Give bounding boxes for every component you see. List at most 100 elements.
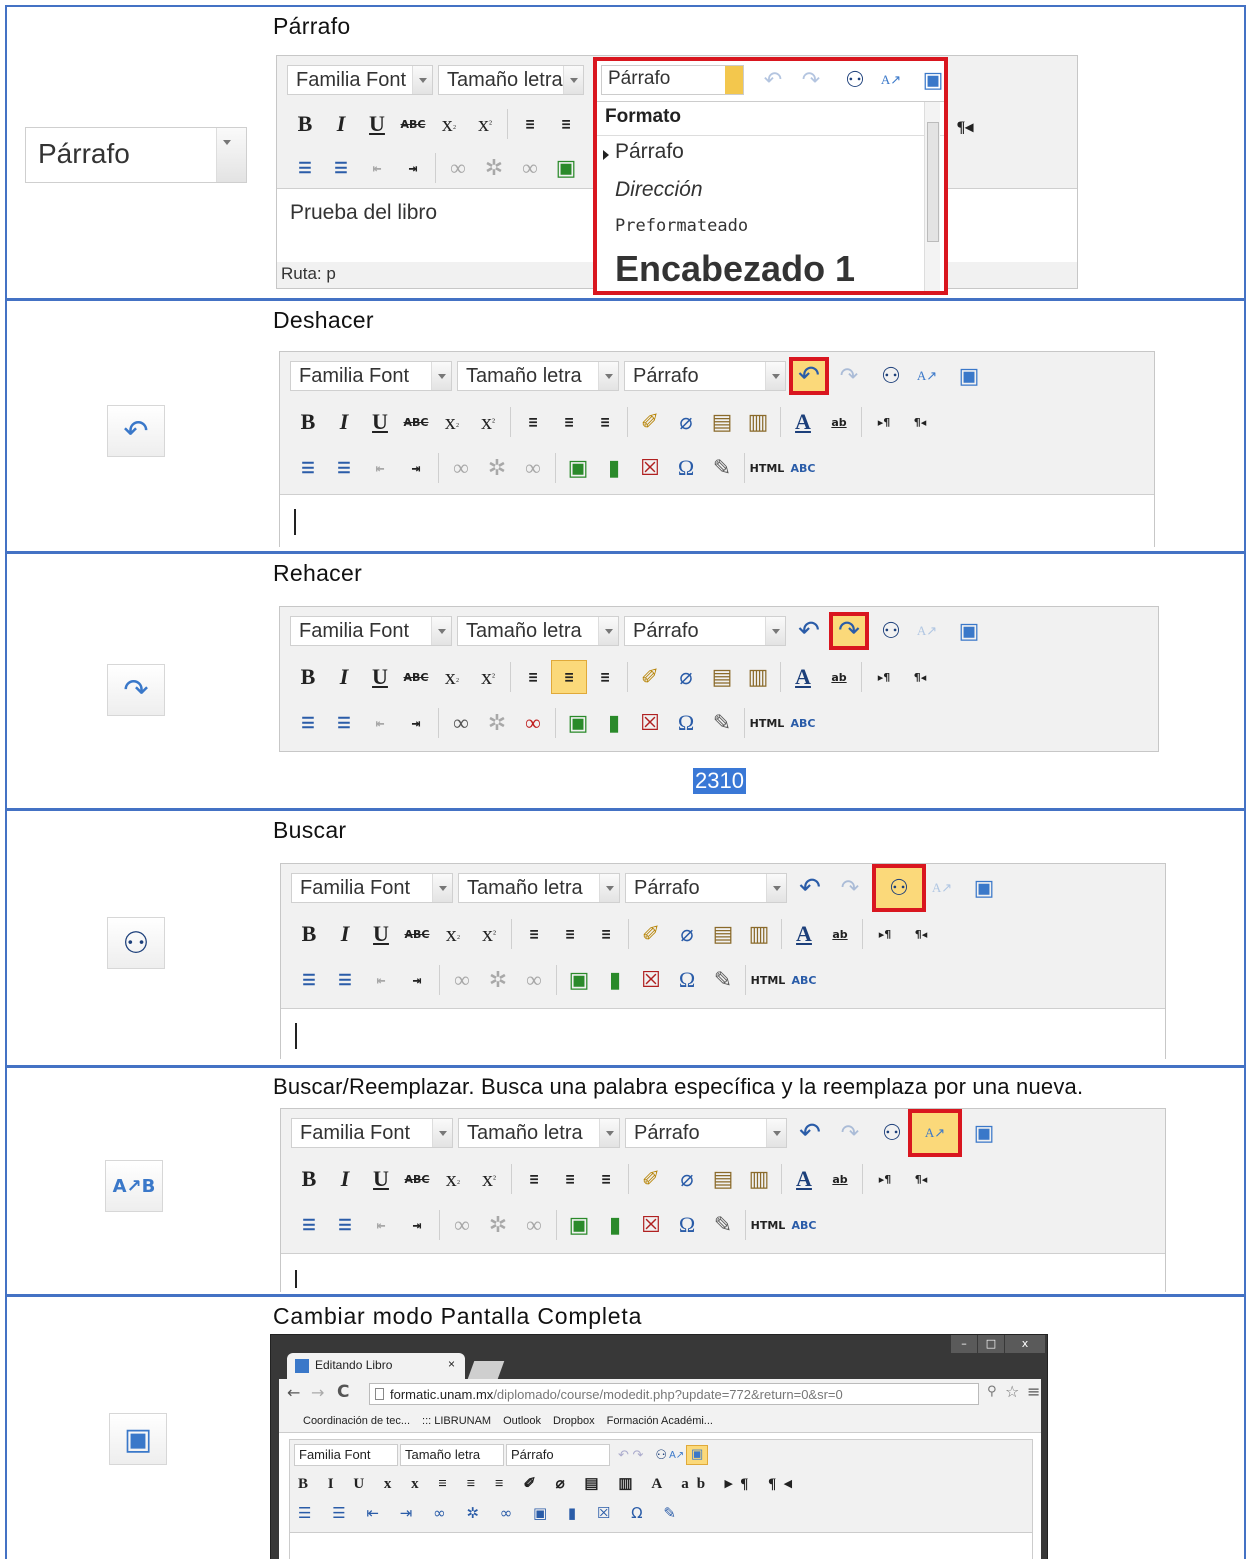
outdent-icon[interactable]: ⇤ [362, 451, 398, 485]
number-list-icon[interactable]: ☰ [327, 1208, 363, 1242]
editor-content[interactable] [281, 1008, 1165, 1060]
edit-icon[interactable]: ✎ [705, 1208, 741, 1242]
browser-tab[interactable]: Editando Libro × [287, 1353, 465, 1379]
eraser-icon[interactable]: ⌀ [668, 660, 704, 694]
omega-icon[interactable]: Ω [668, 706, 704, 740]
ltr-icon[interactable]: ¶◂ [947, 110, 983, 144]
bookmark[interactable]: ::: LIBRUNAM [422, 1415, 491, 1427]
omega-icon[interactable]: Ω [668, 451, 704, 485]
link-icon[interactable]: ∞ [440, 151, 476, 185]
underline-button[interactable]: U [359, 107, 395, 141]
align-right-icon[interactable]: ≡ [588, 1162, 624, 1196]
fullscreen-button[interactable]: ▣ [951, 359, 987, 393]
nolink-icon[interactable]: ∞ [516, 963, 552, 997]
highlight-icon[interactable]: ab [822, 917, 858, 951]
font-family-select[interactable]: Familia Font [291, 1118, 453, 1148]
rtl-icon[interactable]: ▸¶ [866, 405, 902, 439]
star-icon[interactable]: ☆ [1005, 1382, 1019, 1401]
font-size-select[interactable]: Tamaño letra [457, 616, 619, 646]
paste-text-icon[interactable]: ▤ [705, 1162, 741, 1196]
bold-button[interactable]: B [287, 107, 323, 141]
font-color-icon[interactable]: A [786, 917, 822, 951]
bullet-list-icon[interactable]: ☰ [290, 706, 326, 740]
highlight-icon[interactable]: ab [821, 660, 857, 694]
address-bar[interactable]: formatic.unam.mx/diplomado/course/modedi… [369, 1383, 979, 1405]
find-button[interactable]: ⚇ [873, 614, 909, 648]
bold-button[interactable]: B [291, 917, 327, 951]
editor-content[interactable] [280, 494, 1154, 548]
paste-text-icon[interactable]: ▤ [704, 405, 740, 439]
dropdown-item[interactable]: Preformateado [615, 216, 748, 236]
paste-word-icon[interactable]: ▥ [741, 917, 777, 951]
unlink-icon[interactable]: ✲ [476, 151, 512, 185]
indent-icon[interactable]: ⇥ [399, 963, 435, 997]
paste-text-icon[interactable]: ▤ [705, 917, 741, 951]
undo-button[interactable]: ↶ [792, 871, 828, 905]
highlight-icon[interactable]: ab [821, 405, 857, 439]
superscript-button[interactable]: x² [470, 660, 506, 694]
align-center-icon[interactable]: ≡ [548, 107, 584, 141]
font-size-select[interactable]: Tamaño letra [457, 361, 619, 391]
redo-icon[interactable]: ↷ [793, 63, 829, 97]
underline-button[interactable]: U [363, 917, 399, 951]
align-left-icon[interactable]: ≡ [515, 660, 551, 694]
font-size-select[interactable]: Tamaño letra [458, 1118, 620, 1148]
paste-text-icon[interactable]: ▤ [704, 660, 740, 694]
italic-button[interactable]: I [323, 107, 359, 141]
paste-word-icon[interactable]: ▥ [740, 660, 776, 694]
new-tab-button[interactable] [467, 1361, 505, 1379]
image-icon[interactable]: ▣ [560, 451, 596, 485]
format-select[interactable]: Párrafo [506, 1444, 610, 1466]
dropdown-item[interactable]: Dirección [615, 178, 703, 202]
redo-button[interactable]: ↷ [831, 359, 867, 393]
rtl-icon[interactable]: ▸¶ [866, 660, 902, 694]
clean-icon[interactable]: ✐ [633, 1162, 669, 1196]
strikethrough-button[interactable]: ABC [395, 107, 431, 141]
unlink-icon[interactable]: ✲ [480, 1208, 516, 1242]
replace-button[interactable]: A↗ [909, 359, 945, 393]
bookmark[interactable]: Dropbox [553, 1415, 595, 1427]
replace-button[interactable]: A↗ [924, 871, 960, 905]
align-center-icon[interactable]: ≡ [551, 660, 587, 694]
ltr-icon[interactable]: ¶◂ [903, 917, 939, 951]
indent-icon[interactable]: ⇥ [398, 451, 434, 485]
rtl-icon[interactable]: ▸¶ [867, 1162, 903, 1196]
font-size-select[interactable]: Tamaño letra [400, 1444, 504, 1466]
superscript-button[interactable]: x² [471, 1162, 507, 1196]
eraser-icon[interactable]: ⌀ [669, 1162, 705, 1196]
format-dropdown[interactable]: Párrafo ↶ ↷ ⚇ A↗ ▣ Formato Párrafo Direc… [593, 57, 948, 295]
replace-icon[interactable]: A↗ [669, 1450, 684, 1461]
spellcheck-button[interactable]: ABC [785, 451, 821, 485]
align-left-icon[interactable]: ≡ [516, 917, 552, 951]
dropdown-scrollbar[interactable] [924, 102, 940, 291]
html-button[interactable]: HTML [749, 451, 785, 485]
number-list-icon[interactable]: ☰ [327, 963, 363, 997]
number-list-icon[interactable]: ☰ [323, 151, 359, 185]
nolink-icon[interactable]: ∞ [515, 706, 551, 740]
edit-icon[interactable]: ✎ [704, 706, 740, 740]
bullet-list-icon[interactable]: ☰ [291, 1208, 327, 1242]
subscript-button[interactable]: x₂ [434, 660, 470, 694]
align-center-icon[interactable]: ≡ [552, 1162, 588, 1196]
omega-icon[interactable]: Ω [669, 963, 705, 997]
nolink-icon[interactable]: ∞ [515, 451, 551, 485]
find-button[interactable]: ⚇ [872, 864, 926, 912]
edit-icon[interactable]: ✎ [705, 963, 741, 997]
font-color-icon[interactable]: A [785, 660, 821, 694]
paste-word-icon[interactable]: ▥ [741, 1162, 777, 1196]
nolink-box-icon[interactable]: ☒ [633, 963, 669, 997]
fullscreen-button[interactable]: ▣ [966, 1116, 1002, 1150]
bookmark[interactable]: Coordinación de tec... [303, 1415, 410, 1427]
align-left-icon[interactable]: ≡ [515, 405, 551, 439]
forward-icon[interactable]: → [311, 1383, 324, 1402]
strikethrough-button[interactable]: ABC [398, 405, 434, 439]
font-size-select[interactable]: Tamaño letra [438, 65, 584, 95]
fullscreen-icon[interactable]: ▣ [915, 63, 951, 97]
menu-icon[interactable]: ≡ [1027, 1382, 1040, 1401]
nolink-box-icon[interactable]: ☒ [632, 451, 668, 485]
italic-button[interactable]: I [326, 660, 362, 694]
outdent-icon[interactable]: ⇤ [363, 963, 399, 997]
strikethrough-button[interactable]: ABC [399, 917, 435, 951]
bookmark[interactable]: Outlook [503, 1415, 541, 1427]
outdent-icon[interactable]: ⇤ [359, 151, 395, 185]
